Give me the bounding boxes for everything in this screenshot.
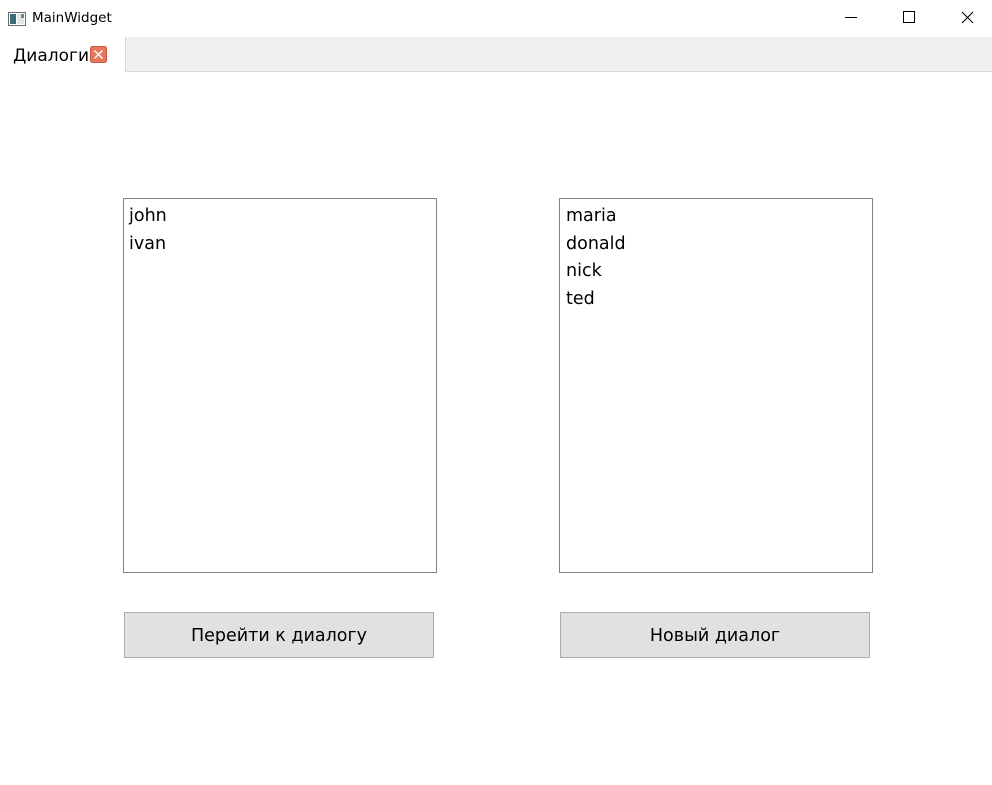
tab-close-icon[interactable] [90,46,108,68]
maximize-button[interactable] [880,0,938,36]
list-item[interactable]: donald [560,231,872,259]
main-window: MainWidget Диалоги john ivan maria donal… [0,0,992,785]
open-dialog-button[interactable]: Перейти к диалогу [124,612,434,658]
new-dialog-button[interactable]: Новый диалог [560,612,870,658]
dialogs-list-items: john ivan [124,199,436,258]
list-item[interactable]: nick [560,258,872,286]
app-window-icon [8,11,26,26]
minimize-button[interactable] [822,0,880,36]
tab-bar: Диалоги [0,37,992,72]
contacts-list-items: maria donald nick ted [560,199,872,313]
window-title: MainWidget [32,10,112,26]
list-item[interactable]: ted [560,286,872,314]
title-bar[interactable]: MainWidget [0,0,992,36]
list-item[interactable]: ivan [124,231,436,259]
dialogs-list[interactable]: john ivan [123,198,437,573]
close-window-button[interactable] [938,0,992,36]
list-item[interactable]: john [124,203,436,231]
tab-dialogs-label: Диалоги [13,46,89,66]
minimize-icon [845,17,857,18]
close-icon [961,11,974,24]
maximize-icon [903,11,915,23]
contacts-list[interactable]: maria donald nick ted [559,198,873,573]
list-item[interactable]: maria [560,203,872,231]
